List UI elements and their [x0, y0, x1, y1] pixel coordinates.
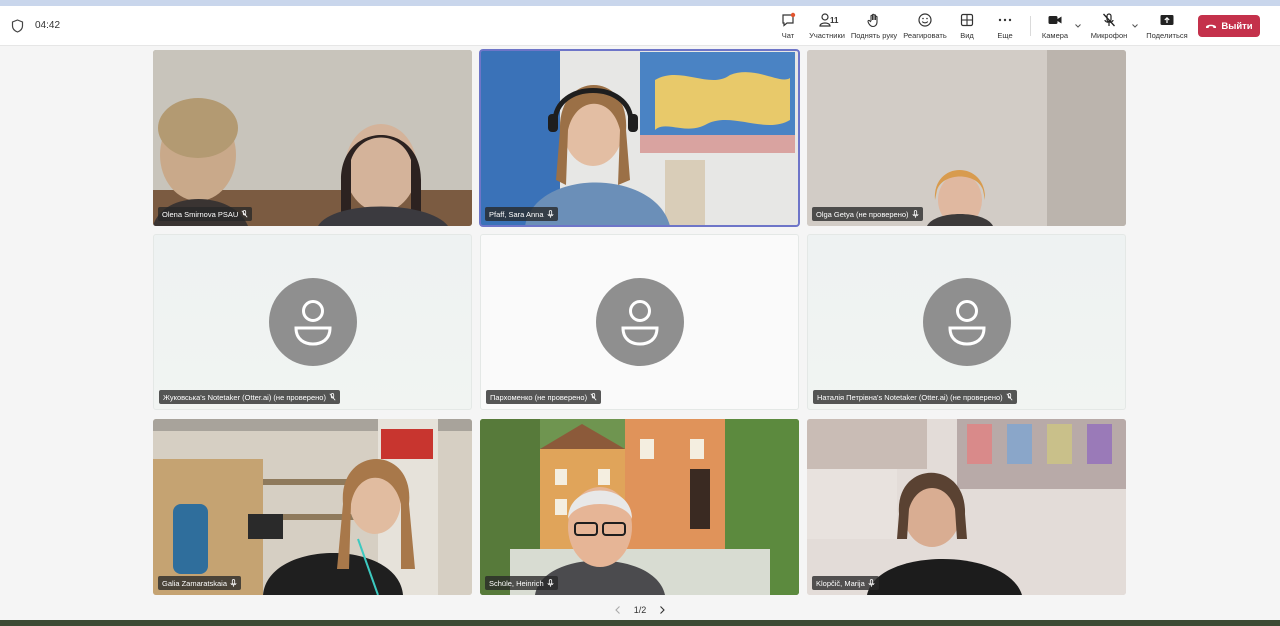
- share-button[interactable]: Поделиться: [1145, 8, 1189, 44]
- participants-count: 11: [830, 16, 839, 25]
- participant-tile[interactable]: Klopčič, Marija: [807, 419, 1126, 595]
- video-feed: [480, 50, 799, 226]
- mic-icon: [868, 579, 875, 587]
- microphone-button[interactable]: Микрофон: [1089, 8, 1129, 44]
- share-icon: [1160, 15, 1174, 25]
- participants-button[interactable]: Участники: [808, 8, 846, 44]
- camera-label: Камера: [1041, 31, 1069, 40]
- mic-icon: [547, 210, 553, 218]
- phone-hangup-icon: [1206, 24, 1217, 28]
- participant-name-tag: Наталія Петрівна's Notetaker (Otter.ai) …: [813, 390, 1017, 404]
- view-button[interactable]: Вид: [955, 8, 979, 44]
- camera-button[interactable]: Камера: [1040, 8, 1070, 44]
- mic-icon: [547, 579, 554, 587]
- avatar: [596, 278, 684, 366]
- window-bottom-strip: [0, 620, 1280, 626]
- participants-label: Участники: [809, 31, 845, 40]
- smile-icon: [918, 13, 932, 27]
- participant-name-tag: Olga Getya (не проверено): [812, 207, 923, 221]
- view-label: Вид: [960, 31, 974, 40]
- participant-tile[interactable]: Schüle, Heinrich: [480, 419, 799, 595]
- participant-name: Olena Smirnova PSAU: [162, 209, 239, 219]
- leave-label: Выйти: [1221, 20, 1253, 32]
- mic-off-icon: [590, 393, 597, 401]
- raise-hand-label: Поднять руку: [850, 31, 898, 40]
- hand-icon: [867, 13, 878, 28]
- participant-name-tag: Pfaff, Sara Anna: [485, 207, 558, 221]
- participant-name: Schüle, Heinrich: [489, 578, 544, 588]
- video-feed: [807, 419, 1126, 595]
- participant-name: Klopčič, Marija: [816, 578, 865, 588]
- video-feed: [480, 419, 799, 595]
- avatar: [923, 278, 1011, 366]
- avatar: [269, 278, 357, 366]
- chat-button[interactable]: Чат: [775, 8, 801, 44]
- page-indicator: 1/2: [633, 605, 647, 615]
- participant-name: Жуковська's Notetaker (Otter.ai) (не про…: [163, 392, 326, 402]
- participant-tile[interactable]: Galia Zamaratskaia: [153, 419, 472, 595]
- participant-name: Наталія Петрівна's Notetaker (Otter.ai) …: [817, 392, 1003, 402]
- raise-hand-button[interactable]: Поднять руку: [851, 8, 897, 44]
- person-icon: [948, 300, 986, 346]
- participant-name-tag: Olena Smirnova PSAU: [158, 207, 253, 221]
- participant-name: Пархоменко (не проверено): [490, 392, 588, 402]
- participant-tile[interactable]: Жуковська's Notetaker (Otter.ai) (не про…: [153, 234, 472, 410]
- person-icon: [621, 300, 659, 346]
- mic-off-icon: [1103, 13, 1115, 27]
- microphone-label: Микрофон: [1090, 31, 1128, 40]
- mic-icon: [912, 210, 918, 218]
- meeting-toolbar: 04:42 Чат Участники 11 Поднять руку Реаг…: [0, 6, 1280, 46]
- video-feed: [153, 50, 472, 226]
- meeting-timer: 04:42: [35, 20, 61, 31]
- more-label: Еще: [997, 31, 1013, 40]
- participant-name-tag: Жуковська's Notetaker (Otter.ai) (не про…: [159, 390, 340, 404]
- participant-name: Olga Getya (не проверено): [816, 209, 909, 219]
- mic-icon: [230, 579, 237, 587]
- participant-tile[interactable]: Пархоменко (не проверено): [480, 234, 799, 410]
- participant-name-tag: Schüle, Heinrich: [485, 576, 558, 590]
- chat-label: Чат: [781, 31, 795, 40]
- chat-icon: [782, 12, 796, 27]
- video-feed: [153, 419, 472, 595]
- participant-tile[interactable]: Olena Smirnova PSAU: [153, 50, 472, 226]
- chevron-down-icon[interactable]: [1074, 22, 1082, 30]
- participant-tile[interactable]: Pfaff, Sara Anna: [479, 49, 800, 227]
- video-gallery: Olena Smirnova PSAU Pfaff, Sara Anna Olg…: [0, 47, 1280, 600]
- video-feed: [807, 50, 1126, 226]
- react-button[interactable]: Реагировать: [903, 8, 947, 44]
- participant-tile[interactable]: Olga Getya (не проверено): [807, 50, 1126, 226]
- leave-button[interactable]: Выйти: [1198, 15, 1260, 37]
- person-icon: [294, 300, 332, 346]
- participant-name: Galia Zamaratskaia: [162, 578, 228, 588]
- chevron-down-icon[interactable]: [1131, 22, 1139, 30]
- more-button[interactable]: Еще: [993, 8, 1017, 44]
- toolbar-divider: [1030, 16, 1031, 36]
- participant-name-tag: Klopčič, Marija: [812, 576, 879, 590]
- mic-off-icon: [1006, 393, 1013, 401]
- participant-name-tag: Galia Zamaratskaia: [158, 576, 242, 590]
- react-label: Реагировать: [903, 31, 947, 40]
- gallery-pager: 1/2: [600, 602, 680, 618]
- grid-icon: [960, 13, 974, 27]
- participant-name-tag: Пархоменко (не проверено): [486, 390, 602, 404]
- mic-off-icon: [329, 393, 336, 401]
- mic-off-icon: [241, 210, 248, 218]
- more-icon: [998, 18, 1012, 22]
- chevron-right-icon[interactable]: [658, 605, 666, 615]
- share-label: Поделиться: [1146, 31, 1188, 40]
- participant-tile[interactable]: Наталія Петрівна's Notetaker (Otter.ai) …: [807, 234, 1126, 410]
- chevron-left-icon[interactable]: [614, 605, 622, 615]
- participant-name: Pfaff, Sara Anna: [489, 209, 544, 219]
- camera-icon: [1048, 16, 1062, 24]
- shield-icon: [11, 19, 24, 33]
